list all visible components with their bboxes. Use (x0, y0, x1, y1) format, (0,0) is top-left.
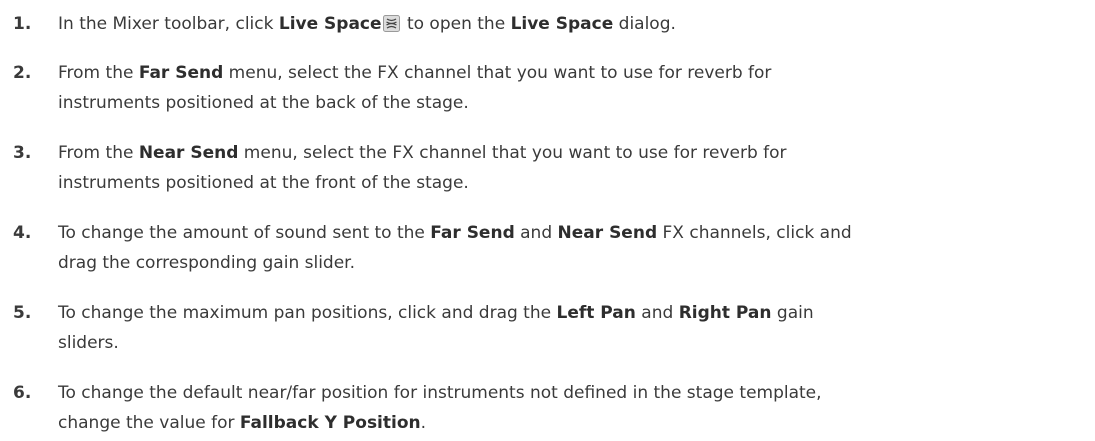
step-number: 1. (13, 14, 32, 34)
step-line: To change the default near/far position … (58, 383, 822, 403)
ui-term: Near Send (557, 223, 658, 243)
step-number: 3. (13, 143, 32, 163)
step-line: sliders. (58, 333, 119, 353)
instruction-list: 1. In the Mixer toolbar, click Live Spac… (0, 0, 1095, 441)
step-text: In the Mixer toolbar, click Live Space t… (58, 9, 1088, 39)
text-run: To change the amount of sound sent to th… (58, 223, 431, 243)
text-run: menu, select the FX channel that you wan… (238, 143, 787, 163)
ui-term: Left Pan (556, 303, 636, 323)
step-line: From the Far Send menu, select the FX ch… (58, 58, 1088, 88)
text-run: and (514, 223, 558, 243)
step-text: From the Near Send menu, select the FX c… (58, 138, 1088, 198)
step-line: To change the amount of sound sent to th… (58, 218, 1088, 248)
ui-term: Near Send (138, 143, 239, 163)
text-run: From the (58, 143, 139, 163)
step-line: drag the corresponding gain slider. (58, 253, 356, 273)
step-number: 5. (13, 303, 32, 323)
text-run: menu, select the FX channel that you wan… (223, 63, 772, 83)
step-line: instruments positioned at the front of t… (58, 173, 469, 193)
text-run: From the (58, 63, 139, 83)
ui-term: Right Pan (678, 303, 772, 323)
step-text: To change the default near/far position … (58, 378, 1088, 438)
ui-term: Fallback Y Position (239, 413, 421, 433)
text-run: FX channels, click and (657, 223, 852, 243)
ui-term: Live Space (278, 14, 382, 34)
text-run: change the value for (58, 413, 240, 433)
step-number: 6. (13, 383, 32, 403)
text-run: To change the maximum pan positions, cli… (58, 303, 557, 323)
step-line: From the Near Send menu, select the FX c… (58, 138, 1088, 168)
live-space-icon (382, 15, 400, 32)
step-line: change the value for Fallback Y Position… (58, 408, 1088, 438)
step-line: To change the maximum pan positions, cli… (58, 298, 1088, 328)
step-text: To change the amount of sound sent to th… (58, 218, 1088, 278)
text-run: dialog. (613, 14, 676, 34)
text-run: In the Mixer toolbar, click (58, 14, 279, 34)
text-run: gain (771, 303, 814, 323)
text-run: to open the (401, 14, 511, 34)
step-text: To change the maximum pan positions, cli… (58, 298, 1088, 358)
text-run: and (635, 303, 679, 323)
ui-term: Live Space (510, 14, 614, 34)
step-number: 2. (13, 63, 32, 83)
text-run: . (420, 413, 427, 433)
step-number: 4. (13, 223, 32, 243)
step-text: From the Far Send menu, select the FX ch… (58, 58, 1088, 118)
ui-term: Far Send (430, 223, 515, 243)
ui-term: Far Send (138, 63, 224, 83)
step-line: instruments positioned at the back of th… (58, 93, 469, 113)
